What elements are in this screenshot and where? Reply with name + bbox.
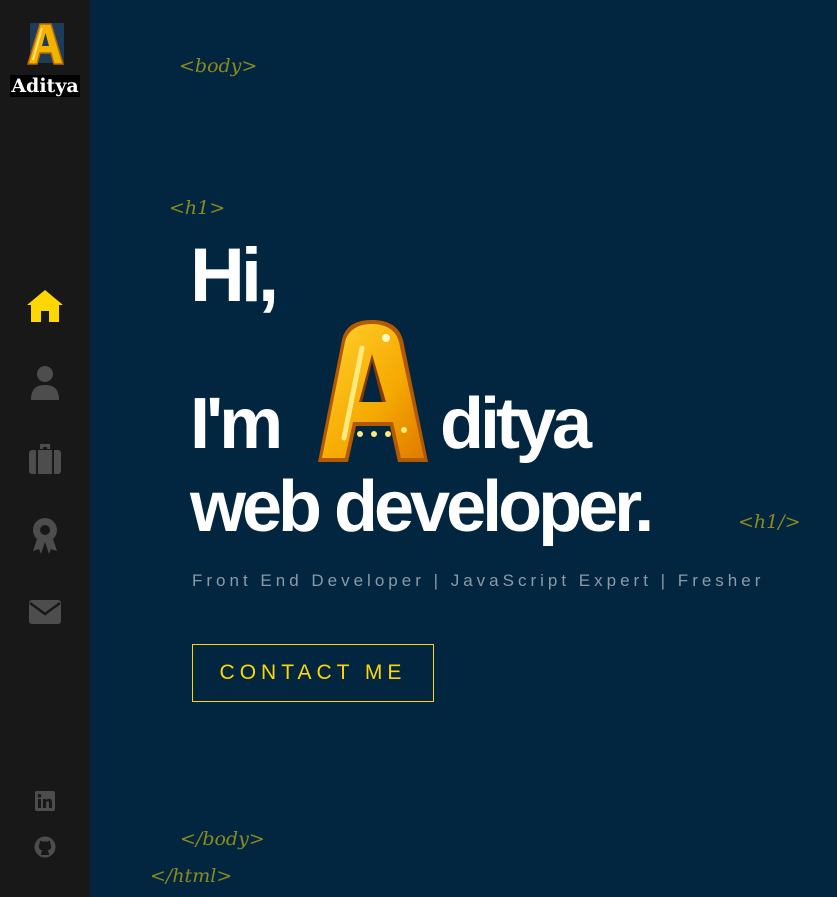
github-icon[interactable] (33, 835, 57, 859)
hero-subtitle: Front End Developer | JavaScript Expert … (192, 571, 765, 590)
contact-me-button[interactable]: CONTACT ME (192, 644, 434, 702)
linkedin-icon[interactable] (33, 789, 57, 813)
home-icon[interactable] (25, 286, 65, 326)
html-close-tag: </html> (150, 865, 233, 887)
hero-name-rest: ditya (440, 384, 592, 464)
h1-open-tag: <h1> (169, 197, 226, 219)
envelope-icon[interactable] (25, 592, 65, 632)
body-open-tag: <body> (179, 55, 258, 77)
sidebar: Aditya (0, 0, 90, 897)
brand-name: Aditya (10, 75, 80, 97)
hero-im: I'm (190, 384, 283, 464)
award-icon[interactable] (25, 516, 65, 556)
h1-close-tag: <h1/> (738, 511, 801, 533)
hero-role: web developer. (190, 467, 654, 547)
body-close-tag: </body> (180, 828, 265, 850)
logo[interactable]: Aditya (10, 20, 80, 100)
big-a-letter (318, 320, 428, 462)
briefcase-icon[interactable] (25, 439, 65, 479)
hero-greeting: Hi, (190, 233, 279, 318)
user-icon[interactable] (25, 363, 65, 403)
logo-badge-icon (26, 23, 65, 65)
